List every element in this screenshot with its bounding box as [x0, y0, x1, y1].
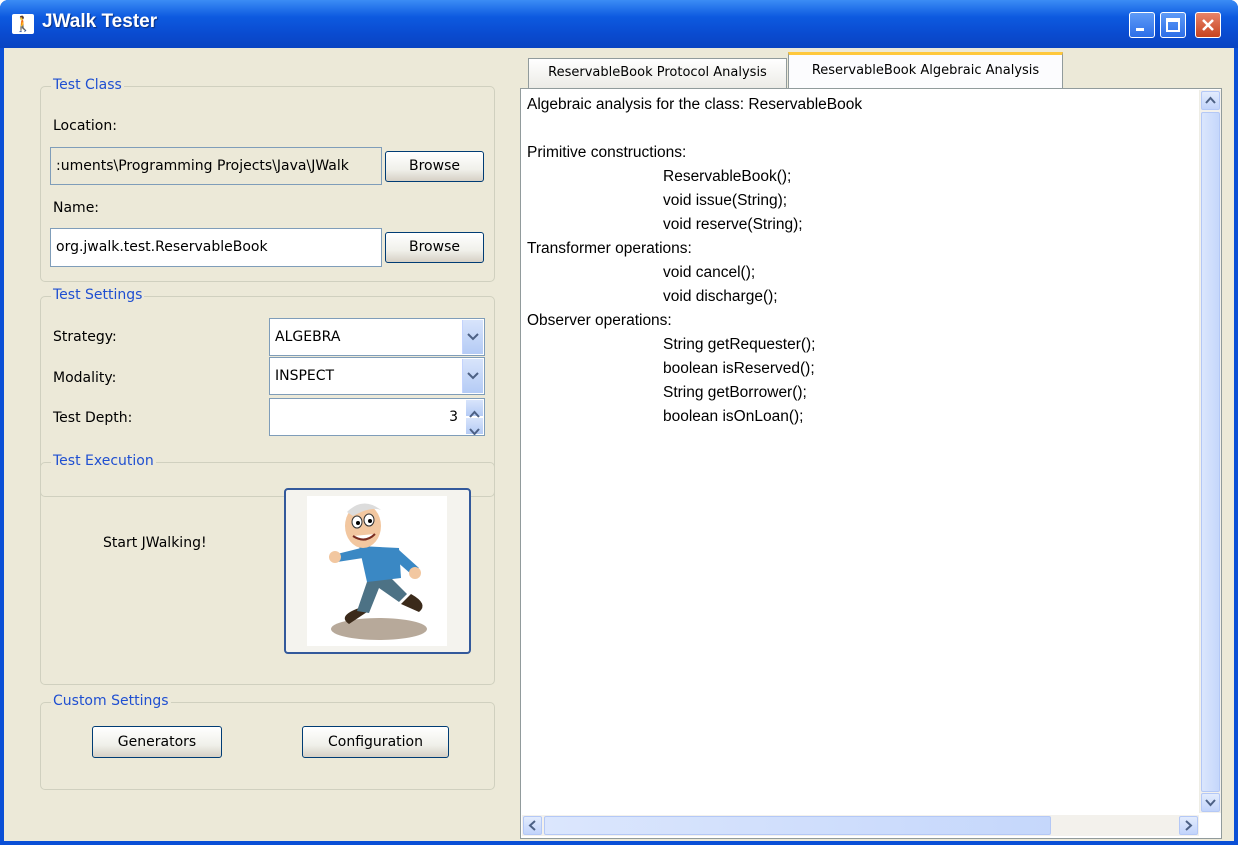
- analysis-line: String getBorrower();: [663, 384, 807, 401]
- test-depth-value: 3: [449, 409, 458, 425]
- analysis-line: void issue(String);: [663, 192, 788, 209]
- minimize-icon: [1136, 28, 1144, 31]
- modality-value: INSPECT: [275, 368, 335, 384]
- scroll-up-button[interactable]: [1201, 91, 1220, 110]
- start-jwalking-button[interactable]: [284, 488, 471, 654]
- chevron-down-icon: [1205, 799, 1216, 807]
- scroll-left-button[interactable]: [523, 816, 542, 835]
- window-title: JWalk Tester: [42, 11, 158, 32]
- analysis-line: ReservableBook();: [663, 168, 792, 185]
- analysis-line: Primitive constructions:: [527, 144, 687, 161]
- client-area: Test Class Location: :uments\Programming…: [4, 48, 1234, 841]
- scroll-down-button[interactable]: [1201, 793, 1220, 812]
- walking-man-icon: [307, 496, 447, 646]
- maximize-icon: [1166, 18, 1180, 32]
- location-field[interactable]: :uments\Programming Projects\Java\JWalk: [50, 147, 382, 185]
- jwalk-tester-window: 🚶 JWalk Tester Test Class Location: :ume…: [0, 0, 1238, 845]
- horizontal-scrollbar[interactable]: [522, 815, 1199, 836]
- title-bar[interactable]: 🚶 JWalk Tester: [0, 0, 1238, 48]
- analysis-line: boolean isReserved();: [663, 360, 815, 377]
- start-jwalking-label: Start JWalking!: [103, 535, 207, 551]
- scroll-right-button[interactable]: [1179, 816, 1198, 835]
- chevron-down-icon: [467, 333, 479, 341]
- analysis-line: void cancel();: [663, 264, 756, 281]
- test-execution-legend: Test Execution: [51, 453, 156, 469]
- analysis-line: Observer operations:: [527, 312, 672, 329]
- jwalk-app-icon[interactable]: 🚶: [12, 14, 34, 34]
- chevron-down-icon: [467, 372, 479, 380]
- location-label: Location:: [53, 118, 117, 134]
- minimize-button[interactable]: [1129, 12, 1155, 38]
- close-button[interactable]: [1195, 12, 1221, 38]
- close-icon: [1202, 19, 1214, 31]
- analysis-line: void discharge();: [663, 288, 778, 305]
- horizontal-scroll-thumb[interactable]: [544, 816, 1051, 835]
- analysis-text-area[interactable]: Algebraic analysis for the class: Reserv…: [520, 88, 1222, 839]
- chevron-up-icon: [1205, 96, 1216, 104]
- tab-algebraic-analysis[interactable]: ReservableBook Algebraic Analysis: [788, 52, 1063, 89]
- strategy-label: Strategy:: [53, 329, 117, 345]
- analysis-line: Transformer operations:: [527, 240, 692, 257]
- name-browse-button[interactable]: Browse: [385, 232, 484, 263]
- strategy-dropdown-button[interactable]: [462, 320, 483, 354]
- analysis-output: Algebraic analysis for the class: Reserv…: [527, 93, 862, 429]
- analysis-line: String getRequester();: [663, 336, 816, 353]
- custom-settings-legend: Custom Settings: [51, 693, 171, 709]
- vertical-scrollbar[interactable]: [1199, 90, 1221, 813]
- strategy-value: ALGEBRA: [275, 329, 341, 345]
- test-depth-spinner[interactable]: 3: [269, 398, 485, 436]
- test-depth-label: Test Depth:: [53, 410, 133, 426]
- maximize-button[interactable]: [1160, 12, 1186, 38]
- modality-dropdown-button[interactable]: [462, 359, 483, 393]
- modality-label: Modality:: [53, 370, 117, 386]
- strategy-select[interactable]: ALGEBRA: [269, 318, 485, 356]
- chevron-down-icon: [469, 428, 480, 435]
- vertical-scroll-thumb[interactable]: [1201, 112, 1220, 792]
- location-browse-button[interactable]: Browse: [385, 151, 484, 182]
- configuration-button[interactable]: Configuration: [302, 726, 449, 758]
- name-label: Name:: [53, 200, 100, 216]
- generators-button[interactable]: Generators: [92, 726, 222, 758]
- spinner-down-button[interactable]: [466, 418, 483, 435]
- test-settings-legend: Test Settings: [51, 287, 145, 303]
- chevron-right-icon: [1185, 820, 1193, 831]
- modality-select[interactable]: INSPECT: [269, 357, 485, 395]
- test-class-legend: Test Class: [51, 77, 124, 93]
- chevron-left-icon: [528, 820, 536, 831]
- spinner-up-button[interactable]: [466, 400, 483, 418]
- tab-protocol-analysis[interactable]: ReservableBook Protocol Analysis: [528, 58, 787, 88]
- class-name-field[interactable]: org.jwalk.test.ReservableBook: [50, 228, 382, 267]
- analysis-heading: Algebraic analysis for the class: Reserv…: [527, 96, 863, 113]
- analysis-line: void reserve(String);: [663, 216, 803, 233]
- analysis-line: boolean isOnLoan();: [663, 408, 804, 425]
